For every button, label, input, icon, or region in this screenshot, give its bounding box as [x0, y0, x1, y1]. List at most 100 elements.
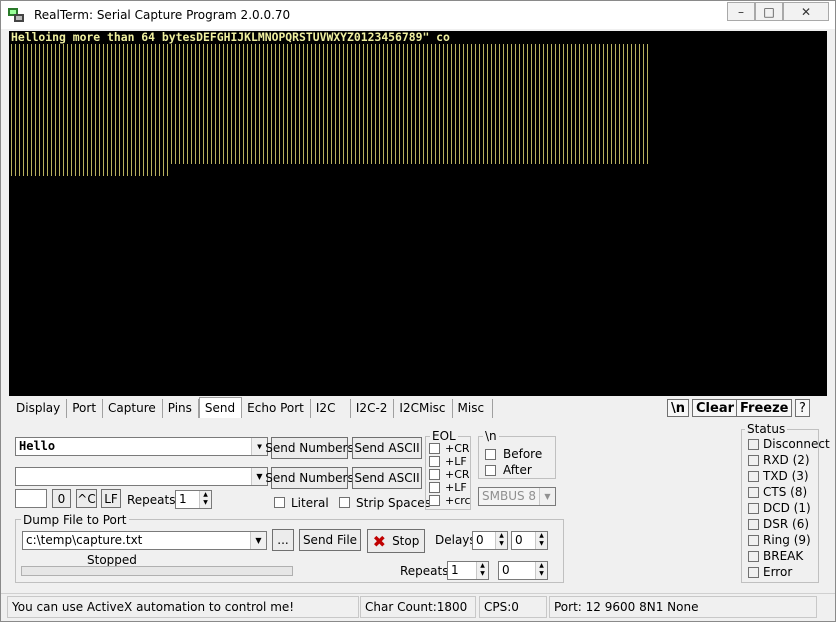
stop-label: Stop: [392, 534, 420, 548]
chevron-down-icon[interactable]: ▼: [250, 532, 266, 549]
browse-button[interactable]: ...: [272, 529, 294, 551]
char-count: Char Count:1800: [360, 596, 476, 618]
stop-button[interactable]: ✖ Stop: [367, 529, 425, 553]
tab-pins[interactable]: Pins: [163, 399, 199, 418]
send-numbers-button-2[interactable]: Send Numbers: [265, 467, 354, 489]
delays-label: Delays: [435, 533, 476, 547]
send-input-1[interactable]: Hello ▼: [15, 437, 268, 456]
spin-arrows-icon[interactable]: ▲ ▼: [535, 562, 547, 579]
chevron-down-icon[interactable]: ▼: [539, 488, 555, 505]
dump-repeats-spinner-1[interactable]: 1 ▲ ▼: [447, 561, 489, 580]
repeats-label: Repeats: [127, 493, 176, 507]
terminal-received-data: [11, 44, 651, 164]
dump-progress-bar: [21, 566, 293, 576]
tab-send[interactable]: Send: [198, 397, 243, 418]
eol-lf-label-2: +LF: [445, 481, 467, 494]
tab-i2c[interactable]: I2C: [311, 399, 351, 418]
status-label-ring: Ring (9): [763, 533, 811, 547]
ctrl-c-button[interactable]: ^C: [76, 489, 97, 508]
eol-title: EOL: [430, 429, 458, 443]
spin-arrows-icon[interactable]: ▲ ▼: [495, 532, 507, 549]
delay-value-1: 0: [476, 533, 484, 547]
strip-spaces-checkbox[interactable]: [339, 497, 350, 508]
maximize-icon: □: [763, 4, 775, 19]
minimize-button[interactable]: –: [727, 2, 755, 21]
close-button[interactable]: ✕: [783, 2, 829, 21]
status-label-txd: TXD (3): [763, 469, 809, 483]
status-led-dcd: [748, 503, 759, 514]
cps-readout: CPS:0: [479, 596, 547, 618]
status-led-error: [748, 567, 759, 578]
terminal-line: Helloing more than 64 bytesDEFGHIJKLMNOP…: [11, 31, 450, 44]
status-led-break: [748, 551, 759, 562]
dump-repeats-value-1: 1: [451, 563, 459, 577]
eol-lf-checkbox-1[interactable]: [429, 456, 440, 467]
tab-display[interactable]: Display: [11, 399, 68, 418]
literal-label: Literal: [291, 496, 329, 510]
tab-i2cmisc[interactable]: I2CMisc: [394, 399, 453, 418]
repeats-spinner[interactable]: 1 ▲ ▼: [175, 490, 212, 509]
status-led-dsr: [748, 519, 759, 530]
eol-cr-checkbox-2[interactable]: [429, 469, 440, 480]
tab-port[interactable]: Port: [67, 399, 104, 418]
status-led-cts: [748, 487, 759, 498]
zero-button[interactable]: 0: [52, 489, 71, 508]
before-label: Before: [503, 447, 543, 461]
status-led-txd: [748, 471, 759, 482]
send-file-button[interactable]: Send File: [299, 529, 361, 551]
clear-button[interactable]: Clear: [692, 399, 738, 417]
spin-arrows-icon[interactable]: ▲ ▼: [476, 562, 488, 579]
send-input-2[interactable]: ▼: [15, 467, 268, 486]
port-status: Port: 12 9600 8N1 None: [549, 596, 817, 618]
freeze-button[interactable]: Freeze: [736, 399, 793, 417]
dump-status: Stopped: [87, 553, 137, 567]
status-label-disconnect: Disconnect: [763, 437, 830, 451]
tab-strip: Display Port Capture Pins Send Echo Port…: [11, 397, 493, 419]
after-checkbox[interactable]: [485, 465, 496, 476]
eol-lf-checkbox-2[interactable]: [429, 482, 440, 493]
newline-button[interactable]: \n: [667, 399, 690, 417]
status-label-error: Error: [763, 565, 793, 579]
smbus-select[interactable]: SMBUS 8 ▼: [478, 487, 556, 506]
tab-misc[interactable]: Misc: [453, 399, 493, 418]
dump-repeats-label: Repeats: [400, 564, 449, 578]
realterm-window: RealTerm: Serial Capture Program 2.0.0.7…: [0, 0, 836, 622]
status-led-disconnect: [748, 439, 759, 450]
repeats-value: 1: [179, 492, 187, 506]
dump-repeats-spinner-2[interactable]: 0 ▲ ▼: [498, 561, 548, 580]
send-numbers-button-1[interactable]: Send Numbers: [265, 437, 354, 459]
status-group-title: Status: [745, 422, 788, 436]
tab-echo-port[interactable]: Echo Port: [242, 399, 311, 418]
literal-checkbox[interactable]: [274, 497, 285, 508]
stop-x-icon: ✖: [372, 531, 387, 551]
delay-spinner-1[interactable]: 0 ▲ ▼: [472, 531, 508, 550]
spin-arrows-icon[interactable]: ▲ ▼: [199, 491, 211, 508]
before-checkbox[interactable]: [485, 449, 496, 460]
delay-spinner-2[interactable]: 0 ▲ ▼: [511, 531, 548, 550]
terminal-display[interactable]: Helloing more than 64 bytesDEFGHIJKLMNOP…: [9, 31, 827, 396]
tab-i2c-2[interactable]: I2C-2: [351, 399, 395, 418]
dump-file-path-value: c:\temp\capture.txt: [26, 533, 143, 547]
eol-crc-checkbox[interactable]: [429, 495, 440, 506]
status-label-dcd: DCD (1): [763, 501, 811, 515]
help-button[interactable]: ?: [795, 399, 810, 417]
status-label-rxd: RXD (2): [763, 453, 810, 467]
spin-arrows-icon[interactable]: ▲ ▼: [535, 532, 547, 549]
terminal-received-data-tail: [11, 164, 171, 176]
status-led-ring: [748, 535, 759, 546]
dump-file-path[interactable]: c:\temp\capture.txt ▼: [22, 531, 267, 550]
lf-button[interactable]: LF: [101, 489, 121, 508]
eol-crc-label: +crc: [445, 494, 471, 507]
eol-cr-checkbox-1[interactable]: [429, 443, 440, 454]
send-ascii-button-2[interactable]: Send ASCII: [352, 467, 422, 489]
status-label-dsr: DSR (6): [763, 517, 810, 531]
number-field[interactable]: [15, 489, 47, 508]
maximize-button[interactable]: □: [755, 2, 783, 21]
close-icon: ✕: [800, 4, 812, 19]
status-bar: You can use ActiveX automation to contro…: [1, 593, 835, 621]
status-label-cts: CTS (8): [763, 485, 808, 499]
tab-capture[interactable]: Capture: [103, 399, 163, 418]
send-ascii-button-1[interactable]: Send ASCII: [352, 437, 422, 459]
status-led-rxd: [748, 455, 759, 466]
title-bar: RealTerm: Serial Capture Program 2.0.0.7…: [1, 1, 835, 29]
